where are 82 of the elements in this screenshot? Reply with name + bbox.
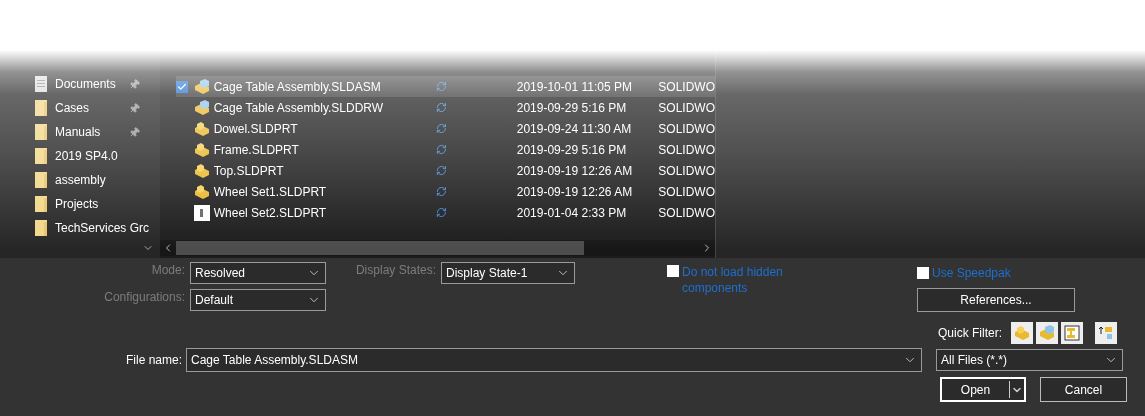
references-button[interactable]: References... [917,288,1075,312]
file-name: Wheel Set1.SLDPRT [213,183,328,201]
file-name: Top.SLDPRT [213,162,285,180]
assembly-filter-button[interactable] [1036,322,1058,344]
part-icon [193,141,210,158]
configurations-dropdown[interactable]: Default [190,289,326,311]
mode-label: Mode: [150,262,186,279]
file-row[interactable]: Cage Table Assembly.SLDASM 2019-10-01 11:05 PM SOLIDWO [176,76,715,97]
date-modified: 2019-09-19 12:26 AM [516,183,634,201]
part-icon [193,162,210,179]
folder-label[interactable]: 2019 SP4.0 [55,147,140,165]
assembly-icon [1039,325,1055,341]
checkbox[interactable] [667,265,679,277]
file-type: SOLIDWO [658,183,715,201]
assembly-icon [193,99,210,116]
folder-icon [35,100,47,116]
file-name: Wheel Set2.SLDPRT [213,204,328,222]
drawing-filter-button[interactable] [1061,322,1083,344]
folder-label[interactable]: Manuals [55,123,121,141]
part-icon [193,183,210,200]
drawing-icon [1064,325,1080,341]
file-name: Cage Table Assembly.SLDDRW [213,99,385,117]
hierarchy-icon [1098,325,1114,341]
folder-label[interactable]: TechServices Grc [55,219,150,237]
folder-label[interactable]: assembly [55,171,140,189]
file-type: SOLIDWO [658,162,715,180]
sync-icon [435,165,447,176]
folder-label[interactable]: Documents [55,75,121,93]
open-button[interactable]: Open [940,377,1026,402]
folder-icon [35,172,47,188]
checkbox[interactable] [176,80,188,93]
file-name-label: File name: [124,352,183,369]
file-type: SOLIDWO [658,204,715,222]
file-row[interactable]: Wheel Set1.SLDPRT 2019-09-19 12:26 AM SOLIDWO [176,181,715,202]
part-icon [1014,325,1030,341]
date-modified: 2019-09-19 12:26 AM [516,162,634,180]
file-type: SOLIDWO [658,99,715,117]
date-modified: 2019-09-29 5:16 PM [516,99,628,117]
file-row[interactable]: Top.SLDPRT 2019-09-19 12:26 AM SOLIDWO [176,160,715,181]
folder-icon [35,196,47,212]
file-name-field[interactable]: Cage Table Assembly.SLDASM [186,348,922,372]
date-modified: 2019-09-24 11:30 AM [516,120,633,138]
file-type: SOLIDWO [658,120,715,138]
cancel-button[interactable]: Cancel [1040,377,1127,402]
sync-icon [435,81,447,92]
sync-icon [435,186,447,197]
sync-icon [435,144,447,155]
horizontal-scrollbar[interactable] [160,240,715,256]
file-type: SOLIDWO [658,141,715,159]
configurations-label: Configurations: [103,289,186,306]
sync-icon [435,207,447,218]
document-icon [35,76,47,92]
file-row[interactable]: Dowel.SLDPRT 2019-09-24 11:30 AM SOLIDWO [176,118,715,139]
folder-icon [35,148,47,164]
file-name: Frame.SLDPRT [213,141,300,159]
date-modified: 2019-01-04 2:33 PM [516,204,628,222]
sync-icon [435,102,447,113]
date-modified: 2019-10-01 11:05 PM [516,78,633,96]
display-states-label: Display States: [354,262,437,279]
date-modified: 2019-09-29 5:16 PM [516,141,628,159]
scrollbar-thumb[interactable] [176,241,584,255]
file-row[interactable]: Wheel Set2.SLDPRT 2019-01-04 2:33 PM SOLIDWO [176,202,715,223]
display-states-dropdown[interactable]: Display State-1 [441,262,575,284]
part-thumbnail-icon [193,204,210,221]
mode-dropdown[interactable]: Resolved [190,262,326,284]
folder-label[interactable]: Projects [55,195,140,213]
part-icon [193,120,210,137]
top-level-filter-button[interactable] [1095,322,1117,344]
checkbox[interactable] [917,267,929,279]
part-filter-button[interactable] [1011,322,1033,344]
quick-filter-label: Quick Filter: [938,325,1002,342]
folder-icon [35,124,47,140]
file-name: Cage Table Assembly.SLDASM [213,78,382,96]
folder-label[interactable]: Cases [55,99,121,117]
file-name: Dowel.SLDPRT [213,120,299,138]
file-type-dropdown[interactable]: All Files (*.*) [936,349,1123,371]
file-row[interactable]: Frame.SLDPRT 2019-09-29 5:16 PM SOLIDWO [176,139,715,160]
assembly-icon [193,78,210,95]
sync-icon [435,123,447,134]
folder-icon [35,220,47,236]
file-row[interactable]: Cage Table Assembly.SLDDRW 2019-09-29 5:16 PM SOLIDWO [176,97,715,118]
file-type: SOLIDWO [658,78,715,96]
